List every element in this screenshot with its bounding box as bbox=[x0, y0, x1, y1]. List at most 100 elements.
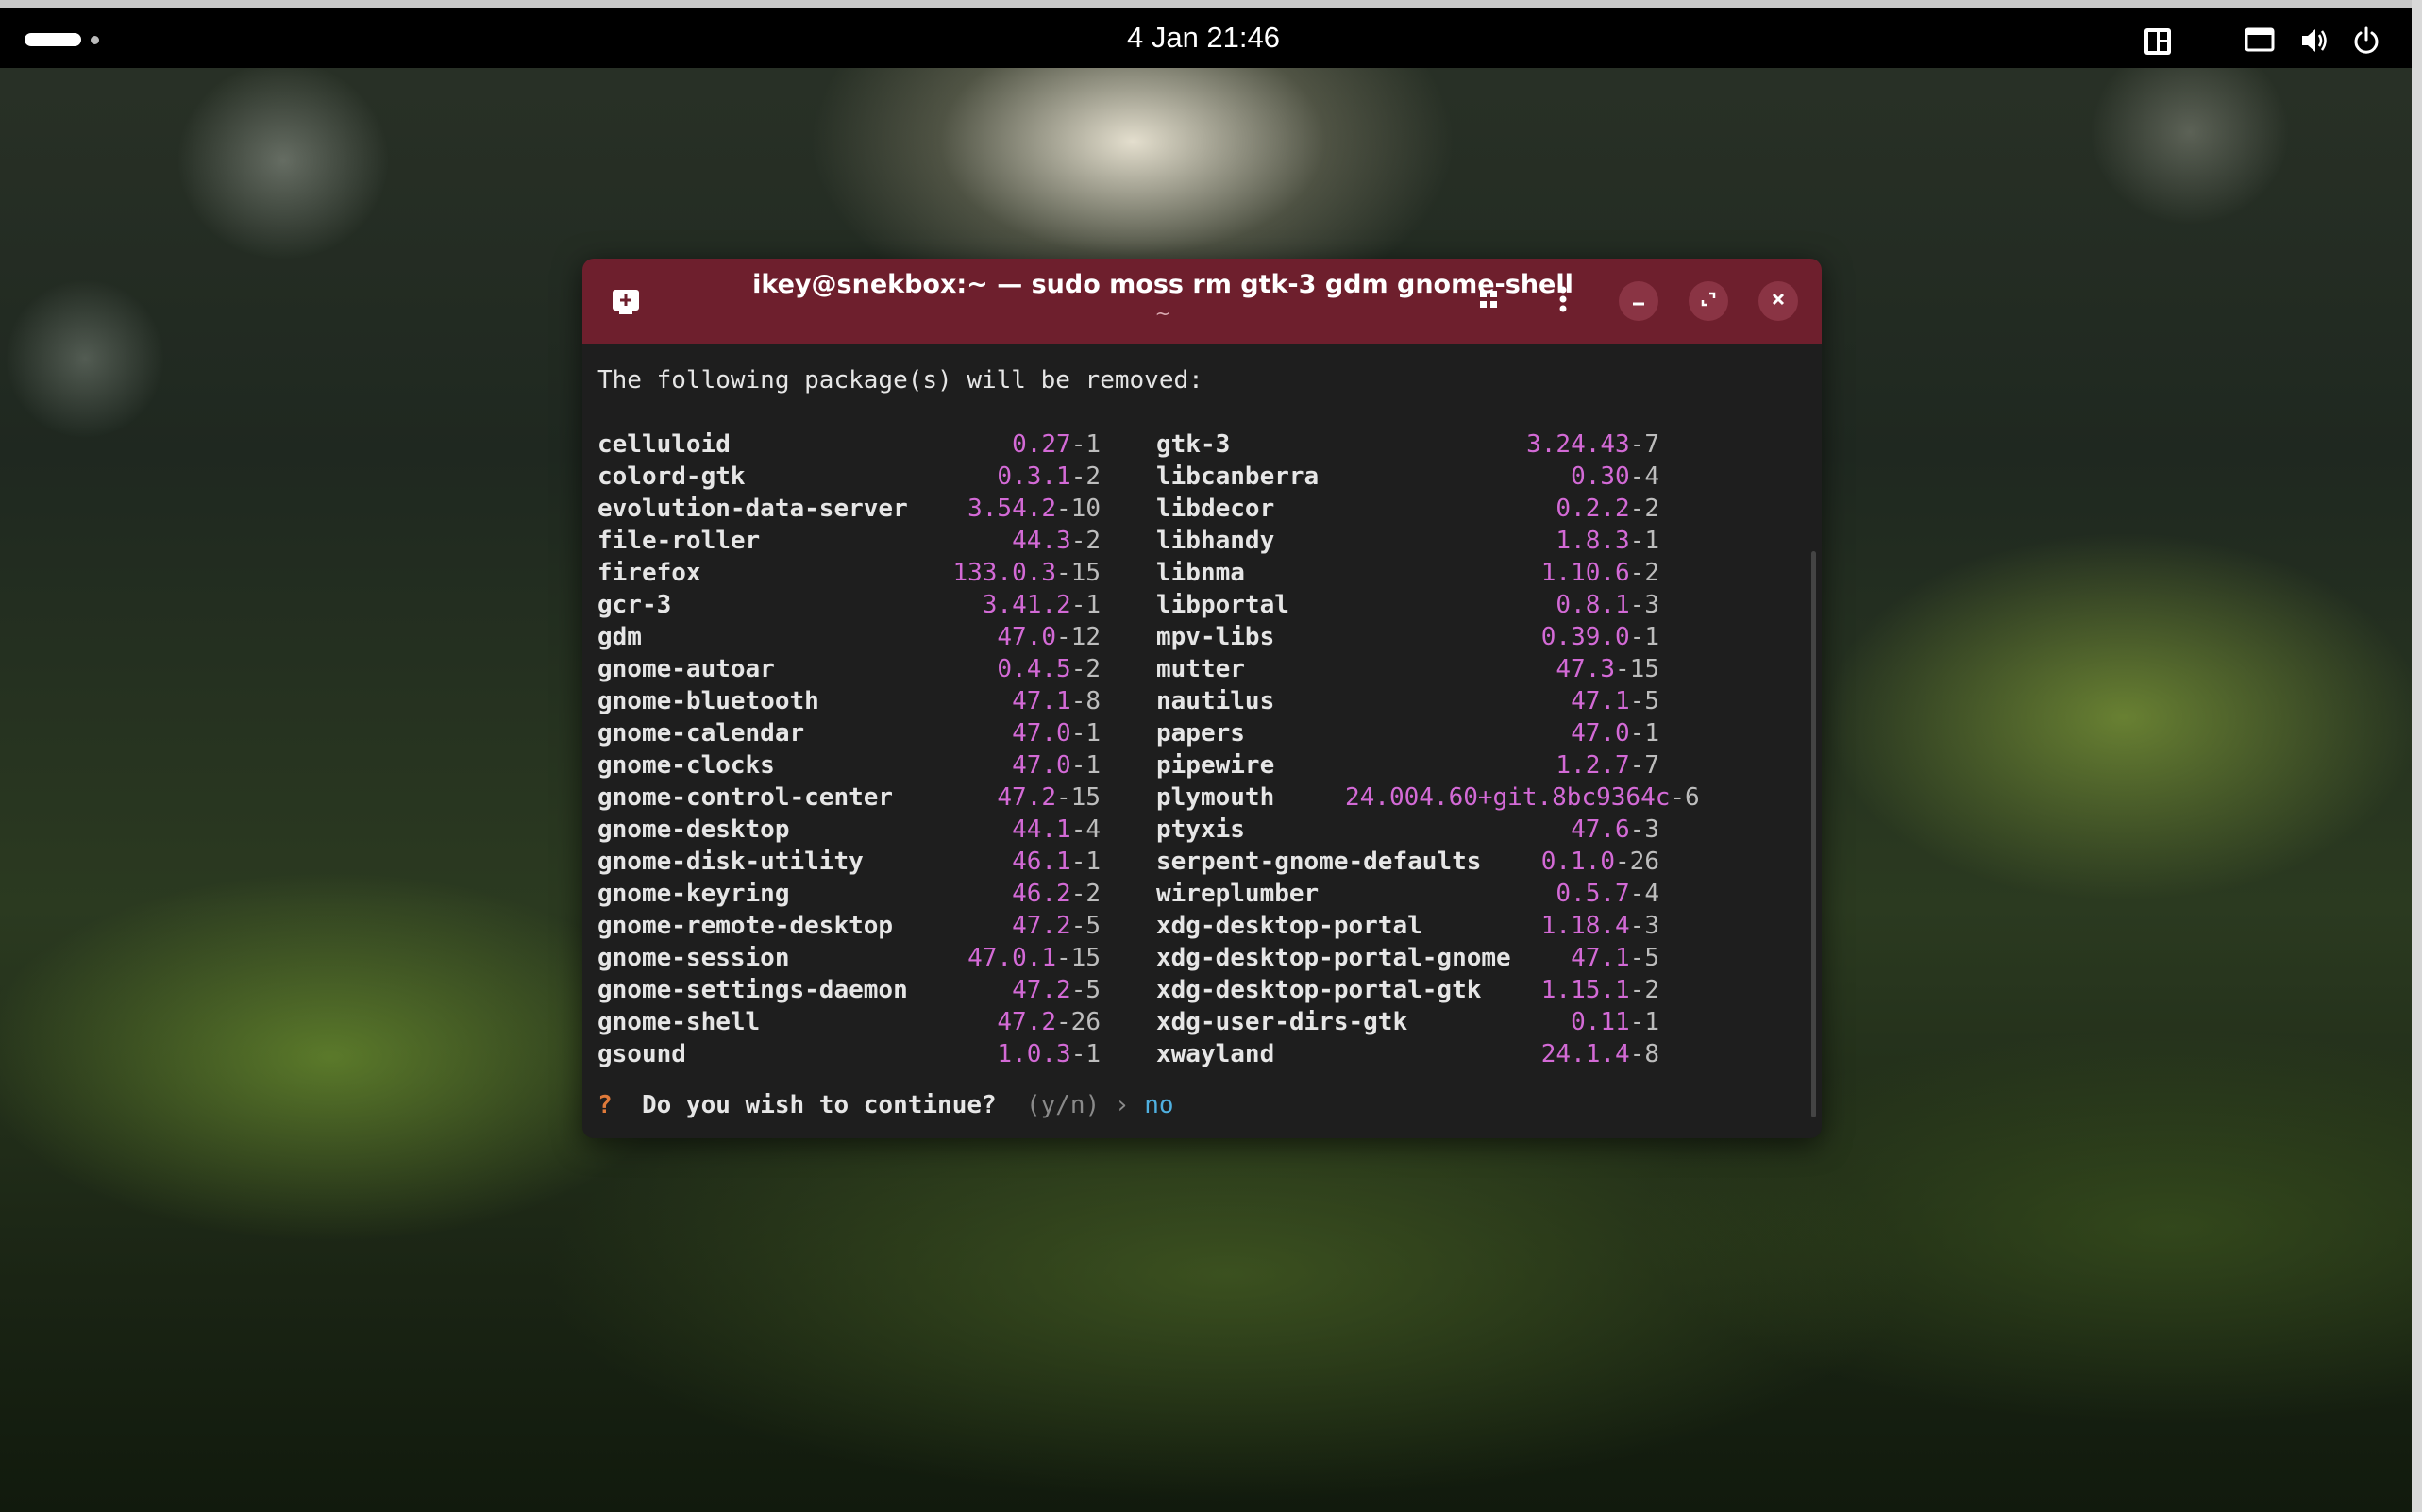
menu-button[interactable] bbox=[1543, 281, 1583, 321]
package-row: firefox 133.0.3-15 libnma 1.10.6-2 bbox=[597, 557, 1796, 589]
version-number: 3.41.2 bbox=[982, 591, 1071, 619]
version-release: -26 bbox=[1615, 848, 1659, 876]
package-row: gnome-session 47.0.1-15 xdg-desktop-portal… bbox=[597, 942, 1796, 974]
version-number: 47.0 bbox=[1571, 719, 1630, 748]
package-row: gcr-3 3.41.2-1 libportal 0.8.1-3 bbox=[597, 589, 1796, 621]
terminal-output[interactable]: The following package(s) will be removed… bbox=[597, 353, 1796, 1127]
version-number: 46.1 bbox=[1012, 848, 1071, 876]
version-release: -15 bbox=[1056, 559, 1101, 587]
package-version: 0.30-4 bbox=[1345, 461, 1659, 493]
package-name: mpv-libs bbox=[1156, 623, 1275, 651]
package-version: 46.1-1 bbox=[786, 846, 1101, 878]
prompt-answer[interactable]: no bbox=[1144, 1091, 1173, 1119]
package-version: 0.1.0-26 bbox=[1345, 846, 1659, 878]
version-number: 47.0 bbox=[997, 623, 1057, 651]
package-row: colord-gtk 0.3.1-2 libcanberra 0.30-4 bbox=[597, 461, 1796, 493]
version-release: -2 bbox=[1070, 880, 1101, 908]
new-tab-icon[interactable] bbox=[610, 285, 642, 317]
terminal-headerbar[interactable]: ikey@snekbox:~ — sudo moss rm gtk-3 gdm … bbox=[582, 259, 1822, 344]
package-name: gtk-3 bbox=[1156, 430, 1231, 459]
package-version: 133.0.3-15 bbox=[786, 557, 1101, 589]
clock[interactable]: 4 Jan 21:46 bbox=[1085, 21, 1321, 55]
package-version: 47.2-5 bbox=[786, 910, 1101, 942]
package-name: xwayland bbox=[1156, 1040, 1275, 1068]
version-release: -2 bbox=[1070, 527, 1101, 555]
close-button[interactable] bbox=[1758, 281, 1798, 321]
package-version: 0.39.0-1 bbox=[1345, 621, 1659, 653]
version-number: 0.39.0 bbox=[1540, 623, 1630, 651]
package-row: gnome-shell 47.2-26 xdg-user-dirs-gtk 0.11-… bbox=[597, 1006, 1796, 1038]
package-version: 47.0-12 bbox=[786, 621, 1101, 653]
package-version: 47.2-15 bbox=[786, 781, 1101, 814]
package-version: 3.24.43-7 bbox=[1345, 428, 1659, 461]
package-version: 0.5.7-4 bbox=[1345, 878, 1659, 910]
version-release: -15 bbox=[1056, 783, 1101, 812]
power-icon[interactable] bbox=[2352, 26, 2380, 55]
package-name: firefox bbox=[597, 559, 701, 587]
version-release: -1 bbox=[1629, 719, 1659, 748]
minimize-button[interactable] bbox=[1619, 281, 1658, 321]
continue-prompt: ? Do you wish to continue? (y/n) › no bbox=[597, 1089, 1174, 1121]
tab-overview-button[interactable] bbox=[1469, 281, 1508, 321]
package-row: evolution-data-server 3.54.2-10 libdecor 0.… bbox=[597, 493, 1796, 525]
volume-icon[interactable] bbox=[2299, 26, 2329, 55]
workspace-indicator-dot[interactable] bbox=[91, 36, 99, 44]
version-number: 47.1 bbox=[1571, 944, 1630, 972]
version-release: -1 bbox=[1070, 591, 1101, 619]
package-version: 44.3-2 bbox=[786, 525, 1101, 557]
package-name: papers bbox=[1156, 719, 1245, 748]
package-version: 47.0-1 bbox=[786, 717, 1101, 749]
version-release: -3 bbox=[1629, 591, 1659, 619]
version-release: -1 bbox=[1070, 848, 1101, 876]
package-name: plymouth bbox=[1156, 783, 1275, 812]
maximize-button[interactable] bbox=[1689, 281, 1728, 321]
version-number: 0.1.0 bbox=[1540, 848, 1616, 876]
package-name: gnome-session bbox=[597, 944, 790, 972]
package-version: 0.11-1 bbox=[1345, 1006, 1659, 1038]
package-row: gnome-desktop 44.1-4 ptyxis 47.6-3 bbox=[597, 814, 1796, 846]
package-row: gnome-calendar 47.0-1 papers 47.0-1 bbox=[597, 717, 1796, 749]
version-release: -1 bbox=[1070, 1040, 1101, 1068]
package-name: celluloid bbox=[597, 430, 731, 459]
package-version: 0.2.2-2 bbox=[1345, 493, 1659, 525]
version-release: -1 bbox=[1629, 1008, 1659, 1036]
version-release: -8 bbox=[1070, 687, 1101, 715]
package-row: gnome-disk-utility 46.1-1 serpent-gnome-de… bbox=[597, 846, 1796, 878]
close-icon bbox=[1770, 291, 1787, 311]
version-release: -2 bbox=[1629, 559, 1659, 587]
package-version: 1.15.1-2 bbox=[1345, 974, 1659, 1006]
package-name: libcanberra bbox=[1156, 462, 1320, 491]
package-version: 1.10.6-2 bbox=[1345, 557, 1659, 589]
version-release: -4 bbox=[1629, 880, 1659, 908]
terminal-scrollbar[interactable] bbox=[1811, 551, 1816, 1117]
package-version: 47.2-26 bbox=[786, 1006, 1101, 1038]
package-name: file-roller bbox=[597, 527, 761, 555]
version-release: -4 bbox=[1070, 815, 1101, 844]
package-row: gnome-remote-desktop 47.2-5 xdg-desktop-po… bbox=[597, 910, 1796, 942]
package-version: 24.1.4-8 bbox=[1345, 1038, 1659, 1070]
version-release: -5 bbox=[1629, 944, 1659, 972]
version-number: 0.27 bbox=[1012, 430, 1071, 459]
version-number: 0.8.1 bbox=[1556, 591, 1630, 619]
version-release: -7 bbox=[1629, 751, 1659, 780]
window-title: ikey@snekbox:~ — sudo moss rm gtk-3 gdm … bbox=[752, 270, 1573, 299]
display-icon[interactable] bbox=[2245, 26, 2275, 55]
package-version: 46.2-2 bbox=[786, 878, 1101, 910]
package-name: libdecor bbox=[1156, 495, 1275, 523]
package-version: 1.0.3-1 bbox=[786, 1038, 1101, 1070]
activities-button[interactable] bbox=[25, 33, 81, 46]
version-number: 1.15.1 bbox=[1540, 976, 1630, 1004]
version-number: 1.18.4 bbox=[1540, 912, 1630, 940]
package-name: gnome-autoar bbox=[597, 655, 775, 683]
minimize-icon bbox=[1630, 291, 1647, 311]
version-number: 133.0.3 bbox=[952, 559, 1057, 587]
version-number: 0.2.2 bbox=[1556, 495, 1630, 523]
version-number: 0.5.7 bbox=[1556, 880, 1630, 908]
package-row: gnome-clocks 47.0-1 pipewire 1.2.7-7 bbox=[597, 749, 1796, 781]
version-number: 47.0 bbox=[1012, 751, 1071, 780]
version-number: 47.0 bbox=[1012, 719, 1071, 748]
window-tiling-icon[interactable] bbox=[2143, 26, 2173, 55]
package-name: gnome-calendar bbox=[597, 719, 805, 748]
version-release: -3 bbox=[1629, 815, 1659, 844]
package-version: 44.1-4 bbox=[786, 814, 1101, 846]
